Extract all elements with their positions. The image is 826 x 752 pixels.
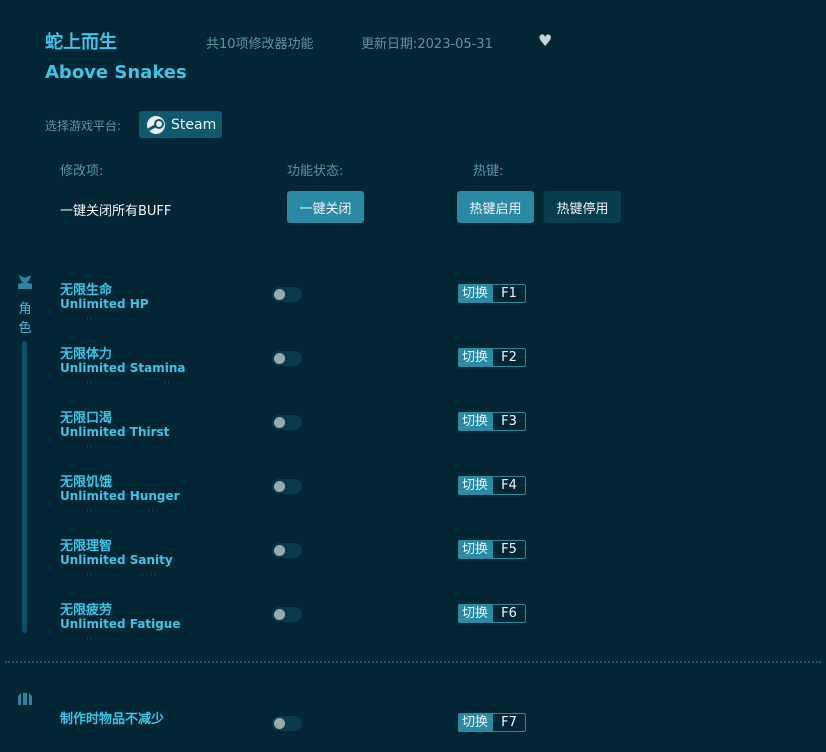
hotkey-toggle-button[interactable]: 切换 F1 — [458, 284, 527, 303]
cheat-row: 制作时物品不减少 切换 F7 — [0, 708, 826, 752]
update-date: 更新日期:2023-05-31 — [361, 37, 493, 52]
toggle-knob — [274, 353, 285, 364]
steam-icon — [147, 115, 165, 134]
cheat-toggle[interactable] — [272, 287, 302, 302]
hotkey-action-label: 切换 — [458, 412, 493, 431]
hotkey-toggle-button[interactable]: 切换 F4 — [458, 476, 527, 495]
cheat-row: 无限口渴 Unlimited Thirst 切换 F3 — [0, 407, 826, 451]
hotkey-key: F1 — [492, 284, 527, 303]
cheat-name-cn: 无限体力 — [60, 347, 113, 362]
cheat-name-en: Unlimited Sanity — [60, 553, 173, 567]
toggle-knob — [274, 481, 285, 492]
section-divider — [5, 661, 821, 663]
cheat-row: 无限理智 Unlimited Sanity 切换 F5 — [0, 535, 826, 579]
toggle-knob — [274, 718, 285, 729]
game-title-cn: 蛇上而生 — [45, 32, 117, 53]
feature-count: 共10项修改器功能 — [206, 37, 314, 52]
cheat-name-cn: 无限生命 — [60, 283, 113, 298]
hotkey-key: F4 — [492, 476, 527, 495]
hotkey-action-label: 切换 — [458, 713, 493, 732]
hotkey-key: F7 — [492, 713, 527, 732]
hotkey-key: F5 — [492, 540, 527, 559]
close-all-buff-label: 一键关闭所有BUFF — [60, 204, 172, 219]
toggle-knob — [274, 545, 285, 556]
cheat-row: 无限体力 Unlimited Stamina 切换 F2 — [0, 343, 826, 387]
cheat-name-en: Unlimited Thirst — [60, 425, 170, 439]
game-title-en: Above Snakes — [45, 62, 187, 83]
hotkey-enable-button[interactable]: 热键启用 — [457, 191, 534, 223]
hotkey-toggle-button[interactable]: 切换 F6 — [458, 604, 527, 623]
header-status: 功能状态: — [287, 164, 344, 179]
cheat-toggle[interactable] — [272, 351, 302, 366]
cheat-name-cn: 无限口渴 — [60, 411, 113, 426]
hotkey-action-label: 切换 — [458, 604, 493, 623]
hotkey-action-label: 切换 — [458, 348, 493, 367]
cheat-name-en: Unlimited Hunger — [60, 489, 180, 503]
toggle-knob — [274, 609, 285, 620]
hotkey-toggle-button[interactable]: 切换 F2 — [458, 348, 527, 367]
hotkey-toggle-button[interactable]: 切换 F3 — [458, 412, 527, 431]
cheat-toggle[interactable] — [272, 543, 302, 558]
cheat-toggle[interactable] — [272, 479, 302, 494]
hotkey-toggle-button[interactable]: 切换 F7 — [458, 713, 527, 732]
cheat-name-cn: 无限疲劳 — [60, 603, 113, 618]
header-modifier: 修改项: — [60, 164, 104, 179]
crafting-icon — [18, 693, 32, 705]
hotkey-action-label: 切换 — [458, 284, 493, 303]
cheat-name-cn: 制作时物品不减少 — [60, 712, 165, 727]
close-all-button[interactable]: 一键关闭 — [287, 191, 364, 223]
toggle-knob — [274, 417, 285, 428]
cheat-row: 无限饥饿 Unlimited Hunger 切换 F4 — [0, 471, 826, 515]
cheat-toggle[interactable] — [272, 716, 302, 731]
hotkey-toggle-button[interactable]: 切换 F5 — [458, 540, 527, 559]
hotkey-key: F6 — [492, 604, 527, 623]
hotkey-disable-button[interactable]: 热键停用 — [544, 191, 621, 223]
hotkey-key: F2 — [492, 348, 527, 367]
cheat-row: 无限生命 Unlimited HP 切换 F1 — [0, 279, 826, 323]
hotkey-action-label: 切换 — [458, 540, 493, 559]
steam-platform-button[interactable]: Steam — [139, 111, 222, 138]
cheat-name-en: Unlimited Fatigue — [60, 617, 181, 631]
cheat-name-en: Unlimited Stamina — [60, 361, 186, 375]
cheat-name-cn: 无限理智 — [60, 539, 113, 554]
header-hotkey: 热键: — [473, 164, 504, 179]
cheat-row: 无限疲劳 Unlimited Fatigue 切换 F6 — [0, 599, 826, 643]
heart-icon[interactable]: ♥ — [538, 31, 552, 50]
platform-label: 选择游戏平台: — [45, 119, 122, 133]
cheat-name-cn: 无限饥饿 — [60, 475, 113, 490]
platform-name: Steam — [171, 116, 217, 133]
cheat-toggle[interactable] — [272, 607, 302, 622]
cheat-name-en: Unlimited HP — [60, 297, 149, 311]
cheat-toggle[interactable] — [272, 415, 302, 430]
hotkey-action-label: 切换 — [458, 476, 493, 495]
hotkey-key: F3 — [492, 412, 527, 431]
toggle-knob — [274, 289, 285, 300]
